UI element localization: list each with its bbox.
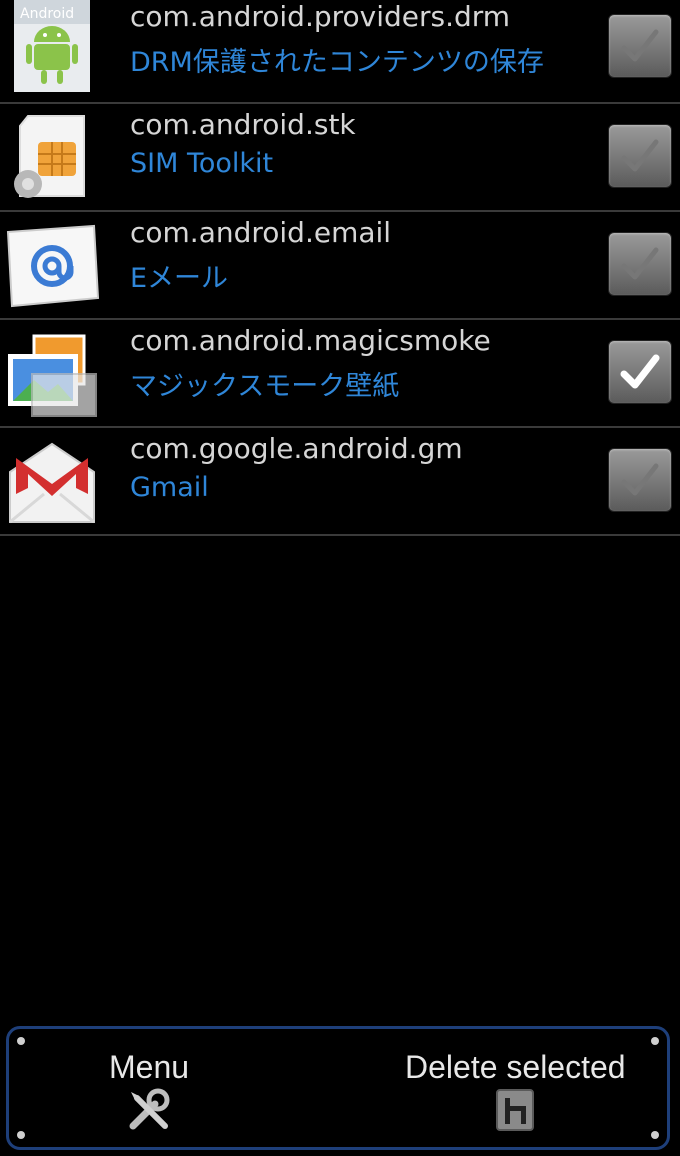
checkmark-icon — [620, 354, 660, 389]
checkmark-icon — [621, 247, 659, 280]
list-item-email[interactable]: com.android.email Eメール — [0, 212, 680, 320]
gallery-icon — [4, 328, 100, 420]
bottom-action-bar: Menu Delete selected — [6, 1026, 670, 1150]
gmail-icon — [4, 436, 100, 528]
app-label: DRM保護されたコンテンツの保存 — [130, 47, 544, 78]
list-item-stk[interactable]: com.android.stk SIM Toolkit — [0, 104, 680, 212]
corner-dot — [651, 1037, 659, 1045]
checkmark-icon — [621, 463, 659, 496]
select-checkbox[interactable] — [608, 340, 672, 404]
select-checkbox[interactable] — [608, 124, 672, 188]
list-item-gmail[interactable]: com.google.android.gm Gmail — [0, 428, 680, 536]
checkmark-icon — [621, 29, 659, 62]
list-item-drm[interactable]: Android com.android.providers.drm DRM保護さ… — [0, 0, 680, 104]
app-label: Gmail — [130, 472, 209, 503]
menu-label: Menu — [109, 1049, 190, 1085]
corner-dot — [17, 1131, 25, 1139]
tools-icon — [129, 1088, 170, 1130]
app-list: Android com.android.providers.drm DRM保護さ… — [0, 0, 680, 536]
app-label: SIM Toolkit — [130, 148, 274, 179]
list-item-magicsmoke[interactable]: com.android.magicsmoke マジックスモーク壁紙 — [0, 320, 680, 428]
select-checkbox[interactable] — [608, 232, 672, 296]
package-name: com.android.providers.drm — [130, 0, 511, 33]
package-name: com.android.magicsmoke — [130, 324, 491, 357]
app-label: マジックスモーク壁紙 — [130, 371, 400, 402]
delete-icon — [496, 1089, 535, 1131]
package-name: com.android.stk — [130, 108, 356, 141]
corner-dot — [651, 1131, 659, 1139]
email-icon — [4, 220, 100, 312]
package-name: com.android.email — [130, 216, 392, 249]
delete-label: Delete selected — [405, 1049, 626, 1085]
corner-dot — [17, 1037, 25, 1045]
delete-selected-button[interactable]: Delete selected — [405, 1049, 626, 1134]
menu-button[interactable]: Menu — [109, 1049, 189, 1134]
android-icon: Android — [4, 0, 100, 92]
package-name: com.google.android.gm — [130, 432, 463, 465]
select-checkbox[interactable] — [608, 448, 672, 512]
android-icon-text: Android — [20, 6, 74, 22]
checkmark-icon — [621, 139, 659, 172]
select-checkbox[interactable] — [608, 14, 672, 78]
sim-card-icon — [4, 112, 100, 204]
app-label: Eメール — [130, 263, 229, 294]
